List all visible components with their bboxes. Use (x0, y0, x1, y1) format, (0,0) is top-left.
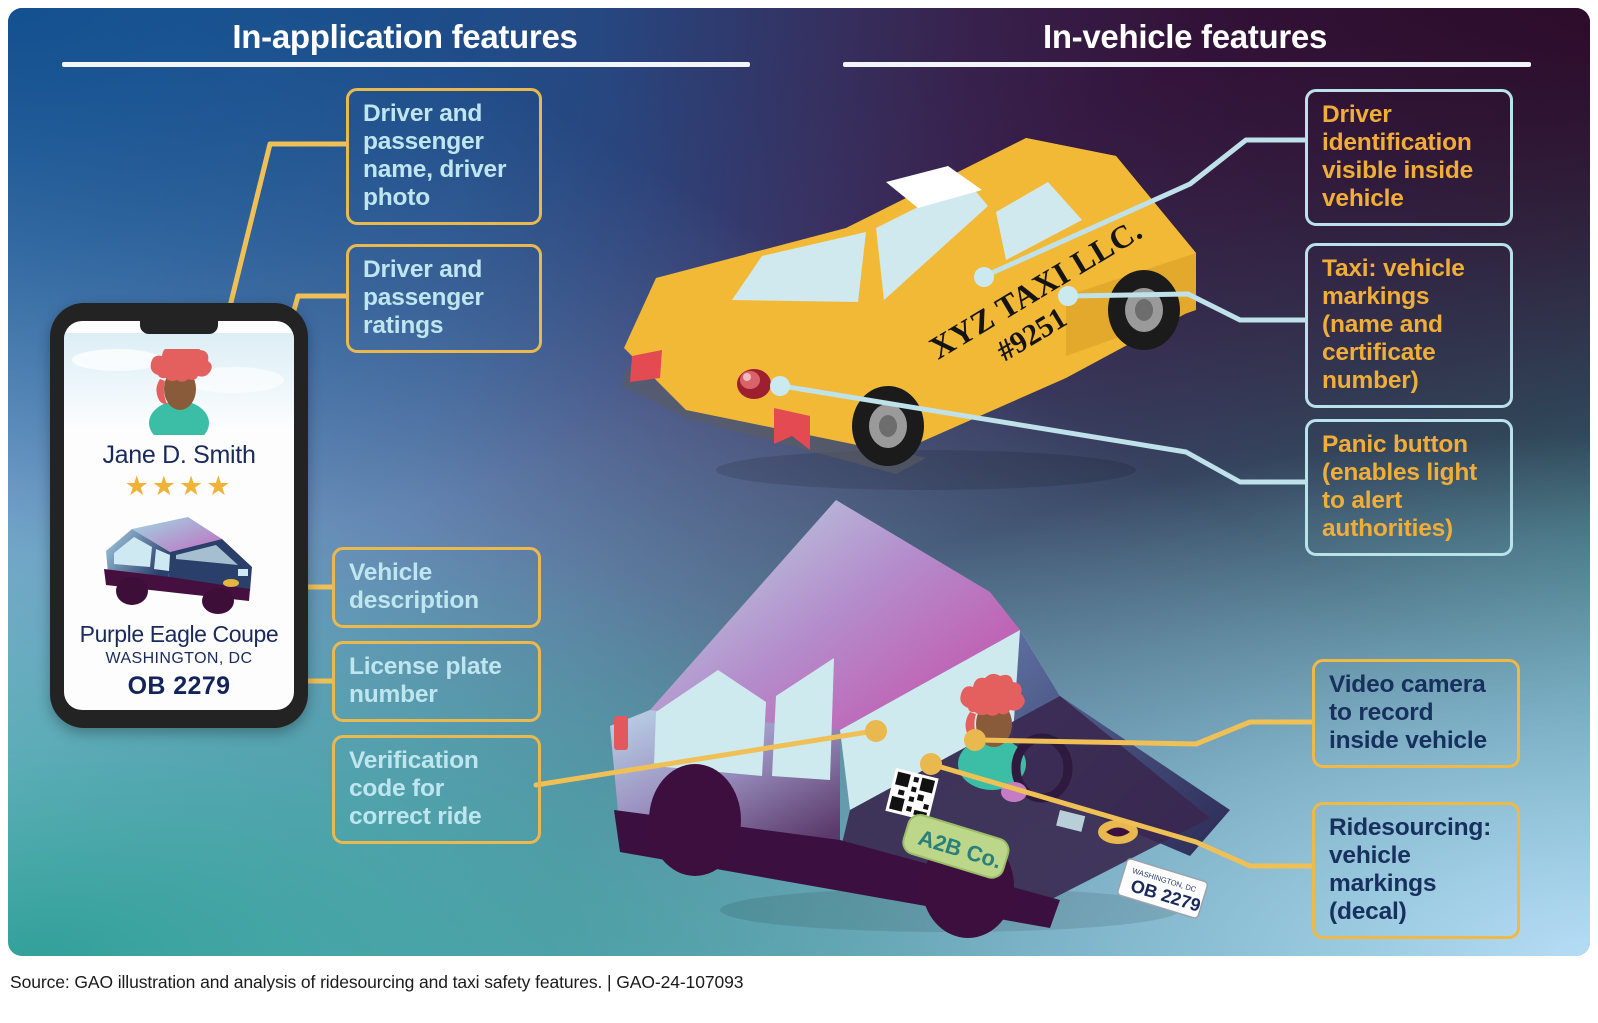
callout-driver-identification[interactable]: Driver identification visible inside veh… (1305, 89, 1513, 226)
ridesourcing-car-illustration: A2B Co. WASHINGTON, DC OB 2279 (610, 500, 1230, 938)
driver-name: Jane D. Smith (102, 441, 256, 469)
vehicle-description-text: Purple Eagle Coupe (79, 621, 279, 647)
header-rule-left (62, 62, 750, 67)
callout-driver-passenger-ratings[interactable]: Driver and passenger ratings (346, 244, 542, 353)
header-in-vehicle-features: In-vehicle features (1042, 18, 1328, 55)
phone-notch (140, 321, 218, 334)
driver-rating-stars: ★★★★ (124, 471, 234, 501)
vehicle-city: WASHINGTON, DC (105, 650, 253, 667)
phone-mockup: Jane D. Smith ★★★★ Purple Eagle Coupe WA… (50, 303, 308, 728)
header-rule-right (843, 62, 1531, 67)
infographic-root: In-application features In-vehicle featu… (0, 0, 1598, 1023)
license-plate-text: OB 2279 (127, 672, 231, 700)
driver-photo-avatar (149, 349, 212, 435)
header-in-application-features: In-application features (232, 18, 578, 55)
source-caption: Source: GAO illustration and analysis of… (10, 972, 744, 992)
callout-ridesourcing-markings[interactable]: Ridesourcing: vehicle markings (decal) (1312, 802, 1520, 939)
phone-screen: Jane D. Smith ★★★★ Purple Eagle Coupe WA… (64, 321, 294, 710)
callout-vehicle-description[interactable]: Vehicle description (332, 547, 541, 628)
callout-taxi-vehicle-markings[interactable]: Taxi: vehicle markings (name and certifi… (1305, 243, 1513, 408)
callout-driver-passenger-name-photo[interactable]: Driver and passenger name, driver photo (346, 88, 542, 225)
vehicle-illustration (104, 517, 252, 614)
callout-panic-button[interactable]: Panic button (enables light to alert aut… (1305, 419, 1513, 556)
callout-verification-code[interactable]: Verification code for correct ride (332, 735, 541, 844)
callout-license-plate-number[interactable]: License plate number (332, 641, 541, 722)
callout-video-camera[interactable]: Video camera to record inside vehicle (1312, 659, 1520, 768)
taxi-illustration: XYZ TAXI LLC. #9251 (622, 138, 1196, 490)
